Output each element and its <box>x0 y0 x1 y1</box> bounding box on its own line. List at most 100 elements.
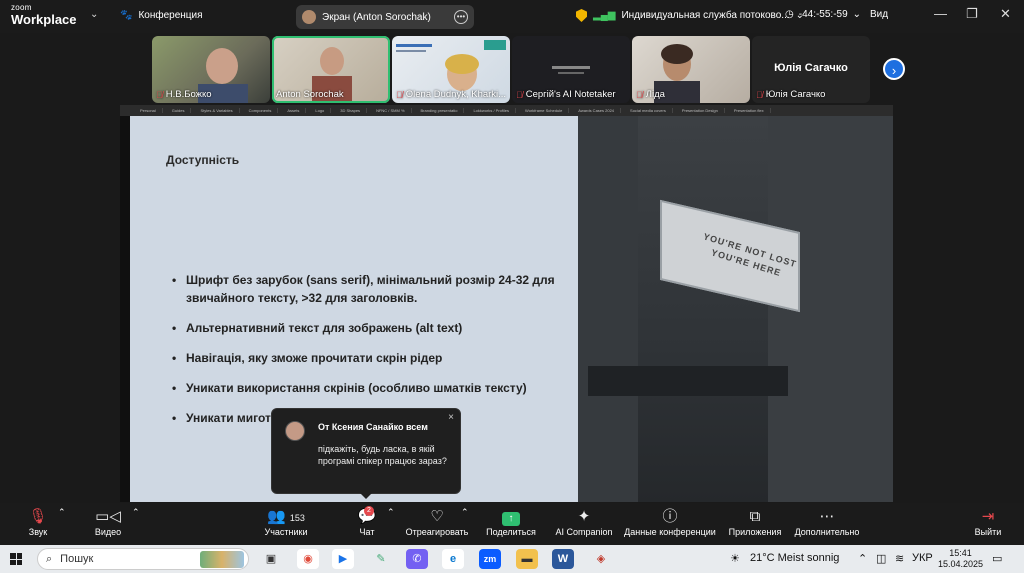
conference-label: Конференция <box>138 10 203 21</box>
mic-off-icon: 🎙̸ <box>396 89 403 100</box>
folder-icon[interactable]: ▬ <box>516 549 538 569</box>
zoom-app-icon[interactable]: zm <box>479 549 501 569</box>
viber-icon[interactable]: ✆ <box>406 549 428 569</box>
more-label: Дополнительно <box>794 527 860 537</box>
weather-text[interactable]: 21°C Meist sonnig <box>750 552 839 564</box>
participants-count: 153 <box>289 513 305 523</box>
participant-name: Anton Sorochak <box>276 89 344 100</box>
participant-tile[interactable]: 🎙̸ Н.В.Божко <box>152 36 270 103</box>
taskbar-search[interactable]: ⌕ Пошук <box>37 548 249 570</box>
browser-tab-strip: Personal Guides Styles & Variables Compo… <box>120 105 893 116</box>
screen-share-pill[interactable]: Экран (Anton Sorochak) ••• <box>296 5 474 29</box>
participant-tile[interactable]: Юлія Сагачко 🎙̸ Юлія Сагачко <box>752 36 870 103</box>
chat-sender: От Ксения Санайко всем <box>318 422 428 432</box>
close-icon[interactable]: ✕ <box>1000 6 1011 22</box>
language-indicator[interactable]: УКР <box>912 552 933 564</box>
chevron-up-icon[interactable]: ⌃ <box>387 507 395 518</box>
browser-tab: Workframe Schedule <box>519 108 570 113</box>
mic-off-icon: 🎙 <box>28 508 48 525</box>
chat-badge: 2 <box>364 506 374 516</box>
browser-tab: Branding presentatio <box>415 108 465 113</box>
next-page-button[interactable]: › <box>883 58 905 80</box>
chrome-icon[interactable]: ◉ <box>297 549 319 569</box>
clock[interactable]: 15:41 15.04.2025 <box>938 548 983 570</box>
video-button[interactable]: ▭◁ Видео <box>88 507 128 537</box>
slide-bullet: Шрифт без зарубок (sans serif), мінімаль… <box>172 271 562 307</box>
participant-name: Olena Dudnyk, Kharki... <box>405 89 507 100</box>
meet-icon[interactable]: ▶ <box>332 549 354 569</box>
browser-tab: Presentation Design <box>676 108 725 113</box>
signal-icon: ▂▄▆ <box>593 10 616 21</box>
browser-tab: Personal <box>134 108 163 113</box>
participant-tile[interactable]: 🎙̸ Ліда <box>632 36 750 103</box>
clock-date: 15.04.2025 <box>938 559 984 569</box>
apps-icon: ⧉ <box>749 508 761 525</box>
info-label: Данные конференции <box>624 527 716 537</box>
participant-tile[interactable]: 🎙̸ Сергій's AI Notetaker <box>512 36 630 103</box>
shared-screen: Personal Guides Styles & Variables Compo… <box>120 105 893 502</box>
logo-small-text: zoom <box>11 3 32 12</box>
task-view-icon[interactable]: ▣ <box>260 549 282 569</box>
restore-icon[interactable]: ❐ <box>966 6 978 22</box>
browser-tab: Awards Cases 2024 <box>572 108 622 113</box>
meeting-info-button[interactable]: ⓘ Данные конференции <box>622 507 718 537</box>
chevron-down-icon[interactable]: ⌄ <box>90 9 98 20</box>
service-status[interactable]: ▂▄▆ Индивидуальная служба потоково... ⌄ <box>576 9 804 22</box>
word-icon[interactable]: W <box>552 549 574 569</box>
browser-tab: Presentation flex <box>728 108 771 113</box>
windows-start-icon[interactable] <box>10 553 22 565</box>
wifi-icon[interactable]: ≋ <box>895 552 904 565</box>
close-icon[interactable]: × <box>448 412 454 423</box>
ai-label: AI Companion <box>555 527 613 537</box>
mic-off-icon: 🎙̸ <box>516 89 523 100</box>
chevron-up-icon[interactable]: ⌃ <box>461 507 469 518</box>
meeting-toolbar: 🎙 Звук ⌃ ▭◁ Видео ⌃ 👥 153 Участники 💬 2 Ч… <box>0 503 1024 545</box>
audio-button[interactable]: 🎙 Звук <box>22 507 54 537</box>
slide-photo: YOU'RE NOT LOST YOU'RE HERE <box>578 116 893 502</box>
edge-icon[interactable]: e <box>442 549 464 569</box>
chevron-up-icon[interactable]: ⌃ <box>132 507 140 518</box>
minimize-icon[interactable]: — <box>934 6 947 21</box>
chevron-up-icon[interactable]: ⌃ <box>58 507 66 518</box>
chevron-up-icon[interactable]: ⌃ <box>858 552 867 565</box>
browser-tab: Lokkworks / Profiles <box>467 108 517 113</box>
browser-tab: Logo <box>309 108 332 113</box>
chat-notification[interactable]: От Ксения Санайко всем × підкажіть, будь… <box>271 408 461 499</box>
camera-icon: ▭◁ <box>95 508 121 525</box>
more-icon: ⋯ <box>819 508 835 525</box>
view-menu[interactable]: Вид <box>870 9 888 20</box>
more-options-icon[interactable]: ••• <box>454 10 468 24</box>
camera-icon[interactable]: ◫ <box>876 552 886 565</box>
notification-icon[interactable]: ▭ <box>992 552 1002 565</box>
view-label: Вид <box>870 9 889 20</box>
weather-icon: ☀ <box>730 553 740 565</box>
mic-off-icon: 🎙̸ <box>156 89 163 100</box>
search-placeholder: Пошук <box>60 553 94 565</box>
more-button[interactable]: ⋯ Дополнительно <box>792 507 862 537</box>
mic-off-icon: 🎙̸ <box>756 89 763 100</box>
share-button[interactable]: ↑ Поделиться <box>484 507 538 537</box>
chat-button[interactable]: 💬 2 Чат <box>352 506 382 537</box>
conference-menu[interactable]: 🐾 Конференция <box>120 10 203 21</box>
browser-tab: Components <box>243 108 279 113</box>
apps-button[interactable]: ⧉ Приложения <box>726 507 784 537</box>
apps-label: Приложения <box>728 527 782 537</box>
chat-message: підкажіть, будь ласка, в якій програмі с… <box>318 444 447 466</box>
react-label: Отреагировать <box>405 527 469 537</box>
participants-button[interactable]: 👥 153 Участники <box>258 507 314 537</box>
ai-companion-button[interactable]: ✦ AI Companion <box>552 507 616 537</box>
title-bar: zoom Workplace ⌄ 🐾 Конференция Экран (An… <box>0 0 1024 33</box>
service-label: Индивидуальная служба потоково... <box>621 10 790 21</box>
app-icon[interactable]: ◈ <box>590 549 612 569</box>
mic-off-icon: 🎙̸ <box>636 89 643 100</box>
search-highlight-image <box>200 551 244 568</box>
share-label: Поделиться <box>486 527 536 537</box>
clock-icon: ◷ <box>785 9 794 20</box>
participant-tile-active[interactable]: Anton Sorochak <box>272 36 390 103</box>
paint-icon[interactable]: ✎ <box>370 549 392 569</box>
chevron-right-icon: › <box>891 63 897 78</box>
participant-big-name: Юлія Сагачко <box>774 62 848 74</box>
participant-tile[interactable]: 🎙̸ Olena Dudnyk, Kharki... <box>392 36 510 103</box>
leave-button[interactable]: ⇥ Выйти <box>972 507 1004 537</box>
browser-tab: Guides <box>166 108 192 113</box>
